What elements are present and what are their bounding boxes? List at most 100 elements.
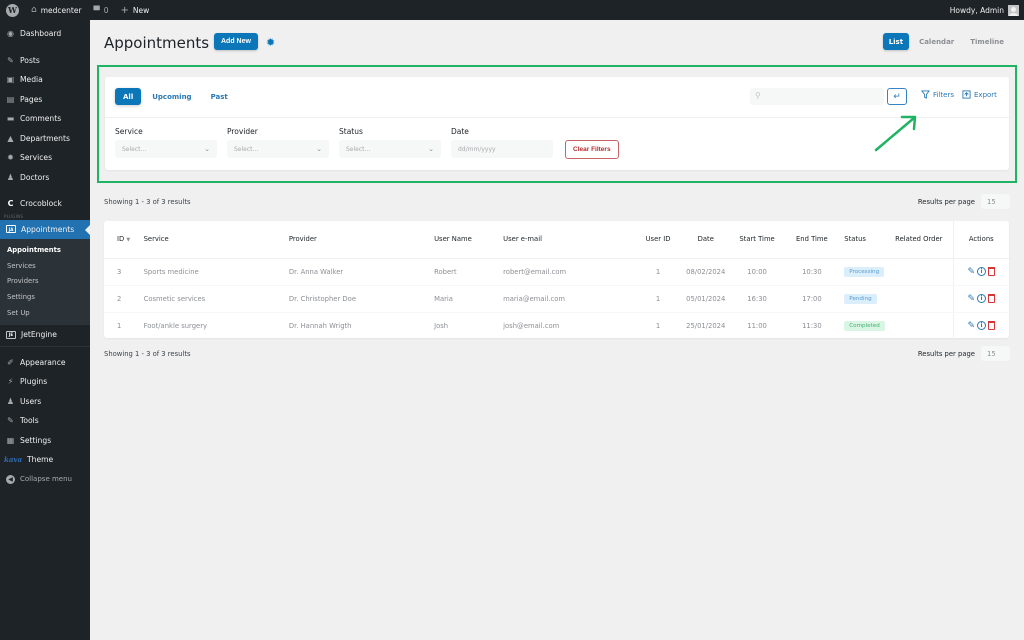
info-icon[interactable]: i <box>977 267 987 276</box>
tab-upcoming[interactable]: Upcoming <box>144 88 199 105</box>
sidebar-item-services[interactable]: ✹ Services <box>0 148 90 168</box>
edit-icon[interactable]: ✎ <box>968 321 976 331</box>
col-user-id[interactable]: User ID <box>635 221 681 259</box>
appointments-table: ID ▼ Service Provider User Name User e-m… <box>104 221 1009 339</box>
col-user-name[interactable]: User Name <box>434 221 504 259</box>
status-select[interactable]: Select... ⌄ <box>339 140 441 158</box>
cell-date: 08/02/2024 <box>680 258 731 286</box>
sidebar-item-dashboard[interactable]: ◉ Dashboard <box>0 24 90 44</box>
export-button[interactable]: Export <box>962 90 997 99</box>
edit-icon[interactable]: ✎ <box>968 267 976 277</box>
sidebar-item-settings[interactable]: ▦ Settings <box>0 430 90 450</box>
sidebar-item-doctors[interactable]: ♟ Doctors <box>0 168 90 188</box>
search-input[interactable] <box>750 88 884 105</box>
cell-user-name: Josh <box>434 321 449 330</box>
col-end-time[interactable]: End Time <box>783 221 837 259</box>
filters-label: Filters <box>933 90 954 99</box>
sidebar-item-users[interactable]: ♟ Users <box>0 391 90 411</box>
sidebar-item-media[interactable]: ▣ Media <box>0 70 90 90</box>
cell-service: Sports medicine <box>143 258 289 286</box>
sidebar-item-plugins[interactable]: ⚡ Plugins <box>0 372 90 392</box>
cell-id: 1 <box>117 321 122 330</box>
tab-all[interactable]: All <box>115 88 142 105</box>
my-account-link[interactable]: Howdy, Admin <box>949 4 1024 16</box>
sidebar-item-appointments[interactable]: JA Appointments <box>0 219 90 239</box>
select-placeholder: Select... <box>122 145 147 153</box>
pages-icon: ▤ <box>6 94 15 104</box>
provider-select[interactable]: Select... ⌄ <box>227 140 329 158</box>
rpp-input[interactable]: 15 <box>981 346 1010 361</box>
trash-icon[interactable] <box>988 294 996 303</box>
chevron-down-icon: ⌄ <box>204 145 210 153</box>
col-related-order[interactable]: Related Order <box>895 221 954 259</box>
howdy-text: Howdy, Admin <box>949 5 1004 15</box>
annotation-arrow-icon <box>874 115 917 152</box>
col-date[interactable]: Date <box>680 221 731 259</box>
view-calendar-button[interactable]: Calendar <box>913 33 960 50</box>
sidebar-item-departments[interactable]: ▲ Departments <box>0 129 90 149</box>
collapse-menu-button[interactable]: ◀ Collapse menu <box>0 469 90 489</box>
trash-icon[interactable] <box>988 321 996 331</box>
results-per-page-top: Results per page 15 <box>918 194 1010 209</box>
sidebar-item-theme[interactable]: kava Theme <box>0 450 90 470</box>
tab-past[interactable]: Past <box>203 88 236 105</box>
col-provider[interactable]: Provider <box>288 221 435 259</box>
site-name-link[interactable]: ⌂ medcenter <box>25 0 88 20</box>
add-new-button[interactable]: Add New <box>214 33 258 50</box>
col-service[interactable]: Service <box>143 221 289 259</box>
media-icon: ▣ <box>6 75 15 85</box>
sidebar-item-label: Media <box>20 75 43 85</box>
comments-link[interactable]: ▀ 0 <box>88 0 115 20</box>
filters-button[interactable]: Filters <box>921 90 954 99</box>
info-icon[interactable]: i <box>977 294 987 303</box>
col-start-time[interactable]: Start Time <box>730 221 784 259</box>
sidebar-item-tools[interactable]: ✎ Tools <box>0 411 90 431</box>
submenu-item-settings[interactable]: Settings <box>0 289 90 305</box>
table-row[interactable]: 3 Sports medicine Dr. Anna Walker Robert rob… <box>104 258 1009 286</box>
search-submit-button[interactable]: ↵ <box>887 88 907 105</box>
cell-start-time: 11:00 <box>747 321 767 330</box>
trash-icon[interactable] <box>988 267 996 276</box>
col-user-email[interactable]: User e-mail <box>503 221 636 259</box>
results-summary-bottom: Showing 1 - 3 of 3 results <box>104 350 191 358</box>
date-input[interactable]: dd/mm/yyyy <box>451 140 553 158</box>
view-list-button[interactable]: List <box>882 33 910 50</box>
submenu-item-appointments[interactable]: Appointments <box>0 242 90 258</box>
submenu-item-providers[interactable]: Providers <box>0 274 90 290</box>
rpp-label: Results per page <box>917 349 975 358</box>
info-icon[interactable]: i <box>977 321 987 331</box>
submenu-item-set-up[interactable]: Set Up <box>0 305 90 321</box>
main-content: Appointments Add New ✹ List Calendar Tim… <box>90 20 1024 640</box>
sidebar-item-posts[interactable]: ✎ Posts <box>0 51 90 71</box>
gear-icon[interactable]: ✹ <box>266 36 275 49</box>
collapse-label: Collapse menu <box>20 475 72 484</box>
cell-end-time: 11:30 <box>802 321 822 330</box>
new-content-link[interactable]: + New <box>114 0 155 20</box>
sidebar-item-comments[interactable]: ▬ Comments <box>0 109 90 129</box>
submenu-item-services[interactable]: Services <box>0 258 90 274</box>
sidebar-item-crocoblock[interactable]: C Crocoblock <box>0 194 90 214</box>
sidebar-item-pages[interactable]: ▤ Pages <box>0 90 90 110</box>
cell-id: 2 <box>104 285 144 313</box>
table-row[interactable]: 1 Foot/ankle surgery Dr. Hannah Wrigth Josh… <box>104 312 1009 339</box>
provider-filter-label: Provider <box>227 127 258 136</box>
cell-date: 25/01/2024 <box>686 321 726 330</box>
col-status[interactable]: Status <box>836 221 896 259</box>
table-row[interactable]: 2 Cosmetic services Dr. Christopher Doe Mar… <box>104 285 1009 313</box>
rpp-input[interactable]: 15 <box>981 194 1010 209</box>
cell-start-time: 16:30 <box>730 285 784 313</box>
admin-bar: W ⌂ medcenter ▀ 0 + New Howdy, Admin <box>0 0 1024 20</box>
cell-status: Pending <box>836 285 896 313</box>
new-label: New <box>132 5 150 15</box>
settings-icon: ▦ <box>6 435 15 445</box>
col-id[interactable]: ID ▼ <box>104 221 144 259</box>
view-timeline-button[interactable]: Timeline <box>964 33 1010 50</box>
clear-filters-button[interactable]: Clear Filters <box>565 140 619 159</box>
service-select[interactable]: Select... ⌄ <box>115 140 217 158</box>
wp-logo-menu[interactable]: W <box>0 0 25 20</box>
sidebar-item-appearance[interactable]: ✐ Appearance <box>0 352 90 372</box>
edit-icon[interactable]: ✎ <box>968 294 976 304</box>
sort-caret-icon: ▼ <box>126 237 131 244</box>
sidebar-item-jetengine[interactable]: JE JetEngine <box>0 325 90 345</box>
status-badge: Completed <box>844 320 885 331</box>
